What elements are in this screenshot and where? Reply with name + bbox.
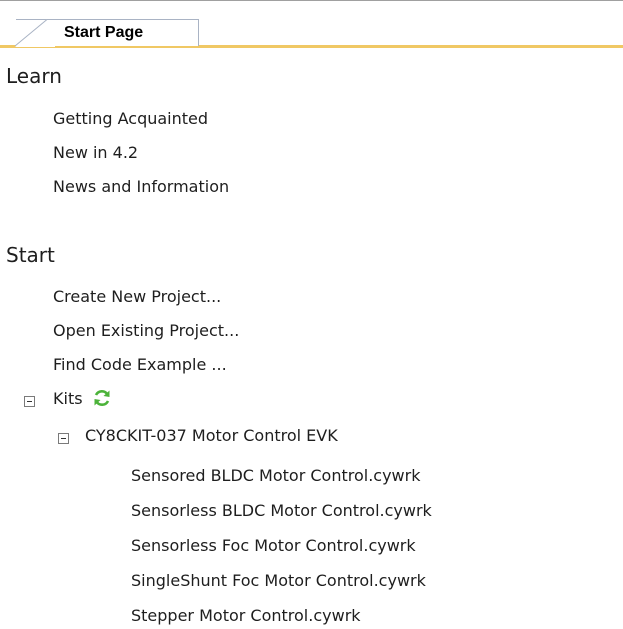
kit-file-sensored-bldc[interactable]: Sensored BLDC Motor Control.cywrk bbox=[131, 466, 420, 485]
kit-file-singleshunt-foc[interactable]: SingleShunt Foc Motor Control.cywrk bbox=[131, 571, 426, 590]
learn-heading: Learn bbox=[6, 64, 62, 88]
kits-collapse-toggle[interactable] bbox=[24, 396, 35, 407]
kit-cy8ckit-037[interactable]: CY8CKIT-037 Motor Control EVK bbox=[85, 426, 338, 445]
kit-collapse-toggle[interactable] bbox=[58, 433, 69, 444]
link-new-in-version[interactable]: New in 4.2 bbox=[53, 143, 138, 162]
kit-file-sensorless-bldc[interactable]: Sensorless BLDC Motor Control.cywrk bbox=[131, 501, 432, 520]
tab-strip: Start Page bbox=[0, 0, 623, 48]
kit-file-sensorless-foc[interactable]: Sensorless Foc Motor Control.cywrk bbox=[131, 536, 416, 555]
link-getting-acquainted[interactable]: Getting Acquainted bbox=[53, 109, 208, 128]
tab-label: Start Page bbox=[64, 24, 144, 41]
kit-file-stepper-motor[interactable]: Stepper Motor Control.cywrk bbox=[131, 606, 361, 625]
refresh-icon[interactable] bbox=[92, 388, 112, 408]
tab-start-page[interactable]: Start Page bbox=[15, 19, 199, 47]
link-find-code-example[interactable]: Find Code Example ... bbox=[53, 355, 227, 374]
link-create-new-project[interactable]: Create New Project... bbox=[53, 287, 221, 306]
tab-slant-edge bbox=[15, 19, 55, 47]
link-news-and-information[interactable]: News and Information bbox=[53, 177, 229, 196]
link-open-existing-project[interactable]: Open Existing Project... bbox=[53, 321, 239, 340]
kits-label: Kits bbox=[53, 389, 83, 408]
start-heading: Start bbox=[6, 243, 55, 267]
